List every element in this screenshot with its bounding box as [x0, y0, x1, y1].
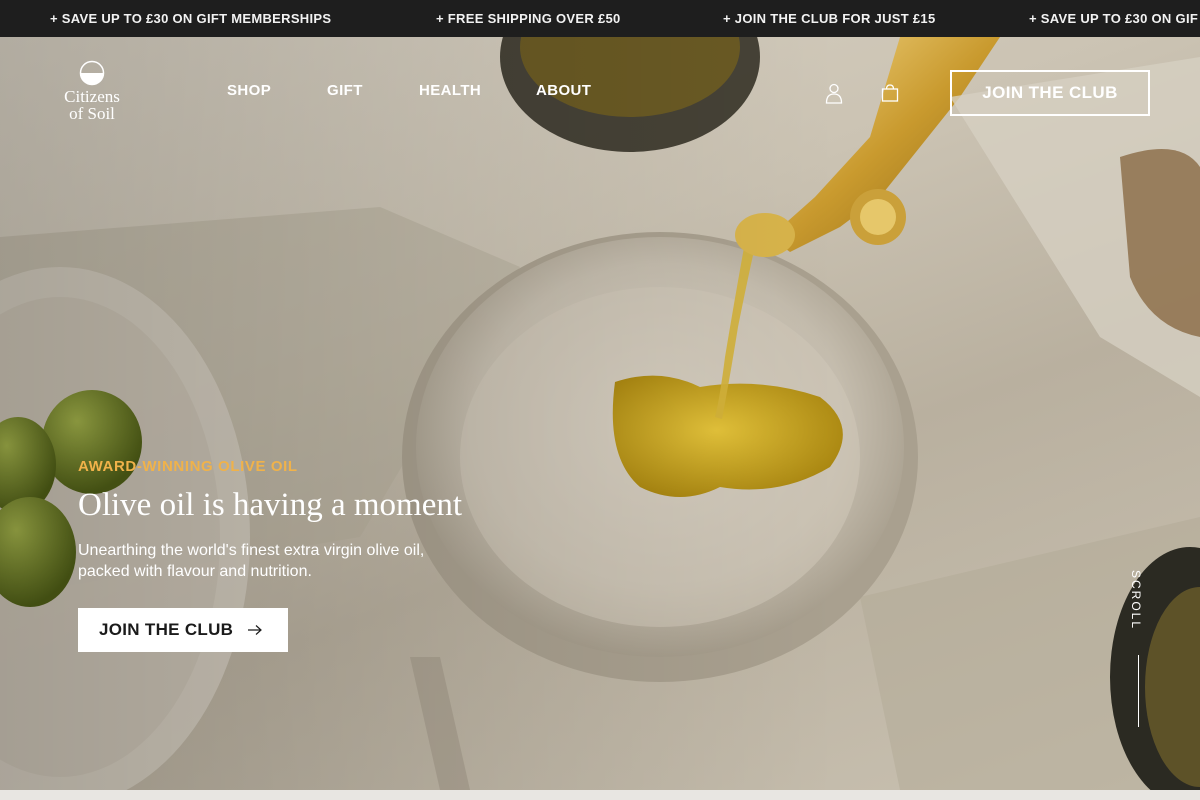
- announcement-item[interactable]: + SAVE UP TO £30 ON GIF: [1029, 0, 1198, 37]
- logo-text-line1: Citizens: [64, 87, 120, 106]
- join-club-hero-button[interactable]: JOIN THE CLUB: [78, 608, 288, 652]
- hero-eyebrow: AWARD-WINNING OLIVE OIL: [78, 458, 298, 475]
- arrow-right-icon: [248, 625, 263, 635]
- announcement-item[interactable]: + JOIN THE CLUB FOR JUST £15: [723, 0, 935, 37]
- shopping-bag-icon[interactable]: [879, 82, 901, 104]
- nav-gift[interactable]: GIFT: [327, 82, 363, 99]
- nav-health[interactable]: HEALTH: [419, 82, 481, 99]
- page-bottom-strip: [0, 790, 1200, 800]
- hero-overlay: [0, 37, 1200, 790]
- logo-emblem-icon: [79, 60, 105, 86]
- nav-about[interactable]: ABOUT: [536, 82, 591, 99]
- cta-label: JOIN THE CLUB: [99, 620, 234, 639]
- nav-shop[interactable]: SHOP: [227, 82, 271, 99]
- hero-headline: Olive oil is having a moment: [78, 487, 463, 523]
- hero-subcopy: Unearthing the world's finest extra virg…: [78, 542, 425, 580]
- announcement-item[interactable]: + SAVE UP TO £30 ON GIFT MEMBERSHIPS: [50, 0, 331, 37]
- announcement-item[interactable]: + FREE SHIPPING OVER £50: [436, 0, 621, 37]
- site-logo[interactable]: Citizens of Soil: [56, 60, 128, 128]
- hero-section: [0, 37, 1200, 790]
- announcement-bar: + SAVE UP TO £30 ON GIFT MEMBERSHIPS + F…: [0, 0, 1200, 37]
- scroll-indicator-line: [1138, 655, 1139, 727]
- logo-text-line2: of Soil: [69, 104, 115, 123]
- user-icon[interactable]: [823, 82, 845, 104]
- join-club-header-button[interactable]: JOIN THE CLUB: [950, 70, 1150, 116]
- scroll-indicator-label[interactable]: SCROLL: [1129, 570, 1143, 630]
